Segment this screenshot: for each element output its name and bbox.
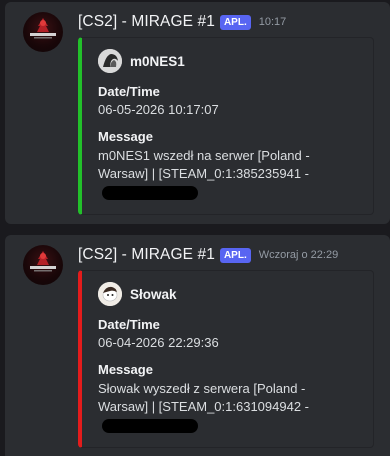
author-name[interactable]: m0NES1: [130, 54, 185, 69]
field-label-datetime: Date/Time: [98, 84, 160, 99]
app-badge: APL.: [219, 14, 251, 30]
timestamp[interactable]: 10:17: [259, 16, 287, 28]
username[interactable]: [CS2] - MIRAGE #1: [78, 13, 215, 31]
message-header: [CS2] - MIRAGE #1 APL. 10:17: [78, 13, 286, 31]
chat-message: [CS2] - MIRAGE #1 APL. 10:17 m0NES1 Date…: [5, 2, 390, 224]
field-label-message: Message: [98, 362, 153, 377]
server-avatar-icon[interactable]: [23, 245, 63, 285]
embed-card: m0NES1 Date/Time 06-05-2026 10:17:07 Mes…: [78, 37, 374, 215]
chat-message: [CS2] - MIRAGE #1 APL. Wczoraj o 22:29 S…: [5, 235, 390, 456]
author-avatar-icon: [98, 282, 122, 306]
redaction-mark: [102, 419, 198, 433]
field-value-datetime: 06-05-2026 10:17:07: [98, 102, 219, 117]
embed-card: Słowak Date/Time 06-04-2026 22:29:36 Mes…: [78, 270, 374, 448]
field-value-datetime: 06-04-2026 22:29:36: [98, 335, 219, 350]
username[interactable]: [CS2] - MIRAGE #1: [78, 246, 215, 264]
timestamp[interactable]: Wczoraj o 22:29: [259, 249, 338, 261]
redaction-mark: [102, 186, 198, 200]
field-label-message: Message: [98, 129, 153, 144]
embed-author: Słowak: [98, 282, 177, 306]
embed-author: m0NES1: [98, 49, 185, 73]
message-header: [CS2] - MIRAGE #1 APL. Wczoraj o 22:29: [78, 246, 338, 264]
author-avatar-icon: [98, 49, 122, 73]
field-label-datetime: Date/Time: [98, 317, 160, 332]
app-badge: APL.: [219, 247, 251, 263]
server-avatar-icon[interactable]: [23, 12, 63, 52]
field-value-message: m0NES1 wszedł na serwer [Poland - Warsaw…: [98, 148, 310, 181]
author-name[interactable]: Słowak: [130, 287, 177, 302]
field-value-message: Słowak wyszedł z serwera [Poland - Warsa…: [98, 381, 309, 414]
